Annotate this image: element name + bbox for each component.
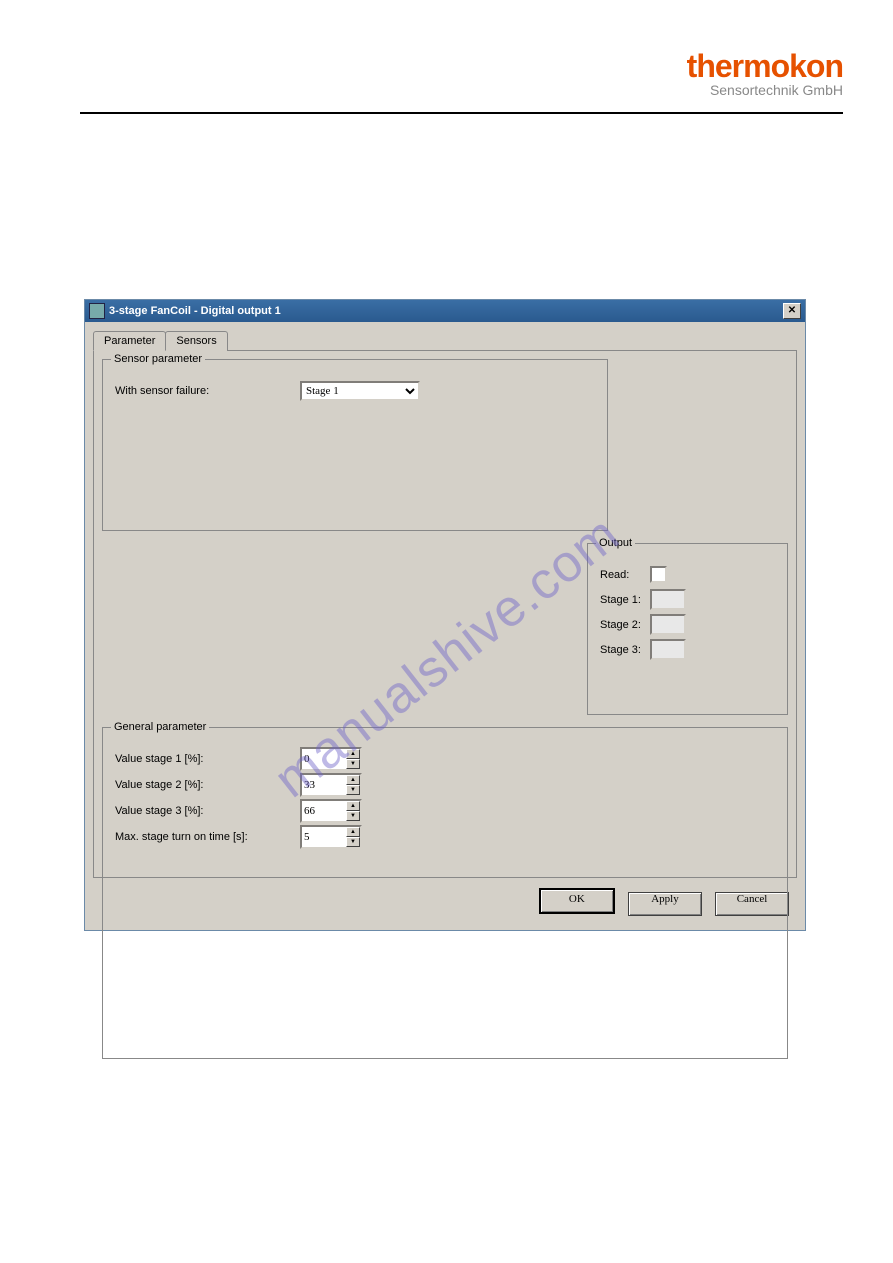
select-sensor-failure[interactable]: Stage 1	[300, 381, 420, 401]
legend-sensor-parameter: Sensor parameter	[111, 353, 205, 365]
group-output: Output Read: Stage 1: Stage 2: Stage	[587, 543, 788, 715]
spin-down-icon[interactable]: ▼	[346, 785, 360, 795]
output-stage3	[650, 639, 686, 660]
label-read: Read:	[600, 569, 650, 581]
input-value-stage1[interactable]	[302, 749, 346, 769]
spin-up-icon[interactable]: ▲	[346, 775, 360, 785]
app-icon	[89, 303, 105, 319]
brand-subtitle: Sensortechnik GmbH	[687, 82, 843, 99]
input-value-stage2[interactable]	[302, 775, 346, 795]
group-general-parameter: General parameter Value stage 1 [%]: ▲▼ …	[102, 727, 788, 1059]
label-max-stage-turn-on: Max. stage turn on time [s]:	[115, 831, 300, 843]
label-value-stage3: Value stage 3 [%]:	[115, 805, 300, 817]
tab-parameter[interactable]: Parameter	[93, 331, 166, 351]
output-stage1	[650, 589, 686, 610]
spinner-value-stage3[interactable]: ▲▼	[300, 799, 362, 823]
row-sensor-failure: With sensor failure: Stage 1	[115, 378, 595, 404]
window-title: 3-stage FanCoil - Digital output 1	[109, 305, 783, 317]
dialog-window: 3-stage FanCoil - Digital output 1 ✕ Par…	[85, 300, 805, 930]
tab-panel: Sensor parameter With sensor failure: St…	[93, 350, 797, 878]
brand-name: thermokon	[687, 50, 843, 82]
legend-general-parameter: General parameter	[111, 721, 209, 733]
input-max-stage-turn-on[interactable]	[302, 827, 346, 847]
spin-down-icon[interactable]: ▼	[346, 759, 360, 769]
spinner-value-stage2[interactable]: ▲▼	[300, 773, 362, 797]
input-value-stage3[interactable]	[302, 801, 346, 821]
label-stage2-out: Stage 2:	[600, 619, 650, 631]
group-sensor-parameter: Sensor parameter With sensor failure: St…	[102, 359, 608, 531]
label-value-stage2: Value stage 2 [%]:	[115, 779, 300, 791]
legend-output: Output	[596, 537, 635, 549]
brand-logo: thermokon Sensortechnik GmbH	[687, 50, 843, 99]
tab-sensors[interactable]: Sensors	[165, 331, 227, 351]
spinner-value-stage1[interactable]: ▲▼	[300, 747, 362, 771]
label-value-stage1: Value stage 1 [%]:	[115, 753, 300, 765]
spin-up-icon[interactable]: ▲	[346, 801, 360, 811]
titlebar: 3-stage FanCoil - Digital output 1 ✕	[85, 300, 805, 322]
spin-down-icon[interactable]: ▼	[346, 837, 360, 847]
spin-up-icon[interactable]: ▲	[346, 827, 360, 837]
label-stage3-out: Stage 3:	[600, 644, 650, 656]
label-stage1-out: Stage 1:	[600, 594, 650, 606]
spinner-max-stage-turn-on[interactable]: ▲▼	[300, 825, 362, 849]
close-button[interactable]: ✕	[783, 303, 801, 319]
checkbox-read[interactable]	[650, 566, 667, 583]
tab-strip: Parameter Sensors	[93, 330, 797, 350]
spin-up-icon[interactable]: ▲	[346, 749, 360, 759]
header-rule	[80, 112, 843, 114]
spin-down-icon[interactable]: ▼	[346, 811, 360, 821]
label-sensor-failure: With sensor failure:	[115, 385, 300, 397]
output-stage2	[650, 614, 686, 635]
close-icon: ✕	[788, 306, 796, 316]
